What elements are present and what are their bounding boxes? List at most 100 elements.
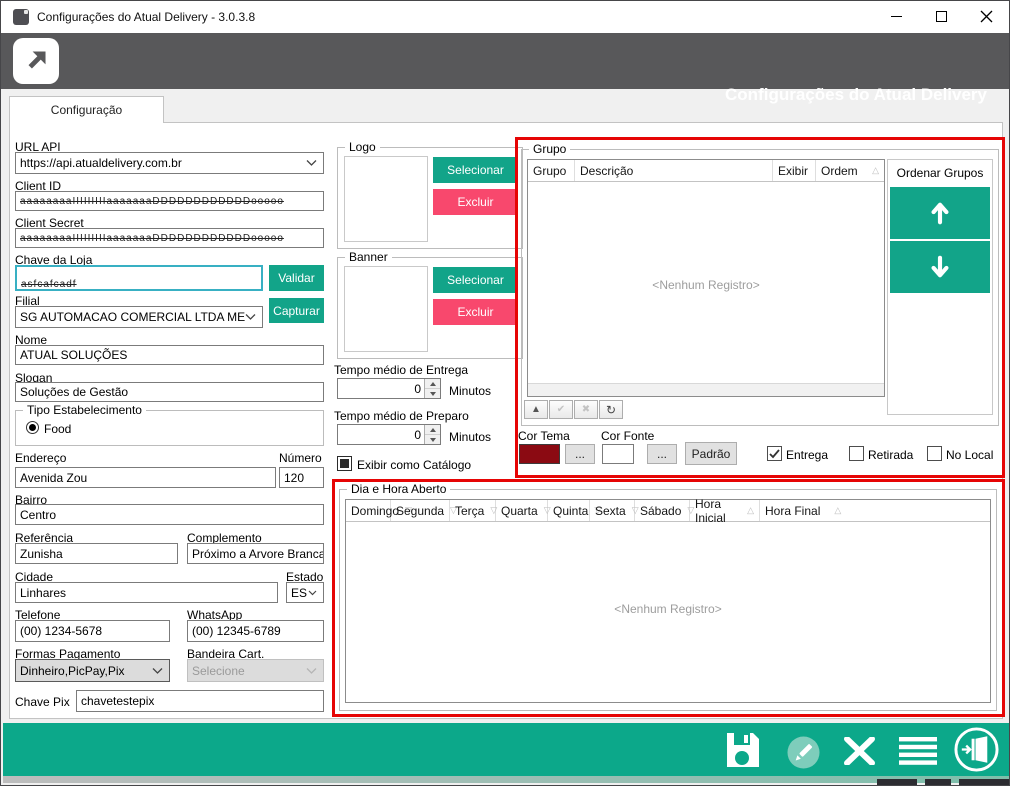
app-window: Configurações do Atual Delivery - 3.0.3.… bbox=[0, 0, 1010, 786]
endereco-label: Endereço bbox=[15, 451, 66, 465]
spin-down-icon bbox=[430, 392, 436, 396]
maximize-button[interactable] bbox=[918, 1, 964, 32]
column-header-grupo[interactable]: Grupo bbox=[528, 160, 575, 181]
estado-combo[interactable]: ES bbox=[286, 582, 324, 603]
column-header-descricao[interactable]: Descrição bbox=[575, 160, 773, 181]
column-header-sexta[interactable]: Sexta▽ bbox=[590, 500, 635, 521]
chevron-down-icon bbox=[306, 160, 317, 167]
column-header-segunda[interactable]: Segunda▽ bbox=[391, 500, 450, 521]
spin-down-icon bbox=[430, 438, 436, 442]
column-header-hora-final[interactable]: Hora Final△ bbox=[760, 500, 990, 521]
logo-selecionar-button[interactable]: Selecionar bbox=[433, 157, 518, 183]
slogan-field[interactable]: Soluções de Gestão bbox=[15, 382, 324, 402]
cidade-field[interactable]: Linhares bbox=[15, 582, 278, 603]
move-group-up-button[interactable] bbox=[890, 187, 990, 239]
retirada-label: Retirada bbox=[868, 448, 913, 462]
spin-up-icon bbox=[430, 382, 436, 386]
spin-up-icon bbox=[430, 428, 436, 432]
minimize-button[interactable] bbox=[873, 1, 919, 32]
tempo-preparo-stepper[interactable]: 0 bbox=[337, 424, 441, 445]
tempo-entrega-stepper[interactable]: 0 bbox=[337, 378, 441, 399]
endereco-field[interactable]: Avenida Zou bbox=[15, 467, 276, 488]
tab-configuracao[interactable]: Configuração bbox=[9, 96, 164, 123]
numero-label: Número bbox=[279, 451, 322, 465]
nome-field[interactable]: ATUAL SOLUÇÕES bbox=[15, 345, 324, 365]
bottom-gradient-strip bbox=[3, 776, 1009, 783]
tipo-estabelecimento-group: Tipo Estabelecimento Food bbox=[15, 410, 324, 446]
column-header-hora-inicial[interactable]: Hora Inicial△ bbox=[690, 500, 760, 521]
formas-pagamento-combo[interactable]: Dinheiro,PicPay,Pix bbox=[15, 659, 170, 682]
nav-cancel-button[interactable]: ✖ bbox=[574, 400, 598, 419]
food-radio[interactable] bbox=[26, 421, 39, 434]
retirada-checkbox[interactable] bbox=[849, 446, 864, 461]
exibir-catalogo-checkbox[interactable] bbox=[337, 456, 352, 471]
column-header-terca[interactable]: Terça▽ bbox=[450, 500, 496, 521]
nav-confirm-button[interactable]: ✔ bbox=[549, 400, 573, 419]
banner-excluir-button[interactable]: Excluir bbox=[433, 299, 518, 325]
client-secret-field[interactable]: aaaaaaaaIIIIIIIIIaaaaaaaDDDDDDDDDDDDoooo… bbox=[15, 228, 324, 248]
cor-tema-browse-button[interactable]: ... bbox=[565, 444, 595, 464]
cor-fonte-browse-button[interactable]: ... bbox=[647, 444, 677, 464]
ordenar-grupos-title: Ordenar Grupos bbox=[888, 160, 992, 186]
chave-loja-field[interactable]: asfcafcadf bbox=[15, 265, 263, 291]
url-api-combo[interactable]: https://api.atualdelivery.com.br bbox=[15, 152, 324, 174]
checkbox-fill-icon bbox=[340, 459, 349, 468]
list-button[interactable] bbox=[899, 737, 937, 770]
maximize-icon bbox=[936, 11, 947, 22]
grupo-grid-hscrollbar[interactable] bbox=[528, 383, 884, 396]
column-header-domingo[interactable]: Domingo▽ bbox=[346, 500, 391, 521]
spin-up-button[interactable] bbox=[425, 379, 440, 389]
chevron-down-icon bbox=[152, 667, 163, 674]
spin-down-button[interactable] bbox=[425, 389, 440, 398]
exit-button[interactable] bbox=[953, 726, 1000, 778]
app-icon bbox=[13, 9, 29, 25]
radio-dot-icon bbox=[29, 424, 36, 431]
cancel-button[interactable] bbox=[843, 737, 876, 770]
cor-tema-swatch[interactable] bbox=[519, 444, 560, 464]
chevron-down-icon bbox=[245, 314, 256, 321]
sort-asc-icon: △ bbox=[872, 165, 879, 176]
numero-field[interactable]: 120 bbox=[279, 467, 324, 488]
save-button[interactable] bbox=[723, 731, 761, 774]
logo-preview bbox=[344, 156, 428, 242]
sort-asc-icon: △ bbox=[747, 505, 754, 516]
whatsapp-field[interactable]: (00) 12345-6789 bbox=[187, 620, 324, 642]
close-button[interactable] bbox=[963, 1, 1009, 32]
column-header-ordem[interactable]: Ordem △ bbox=[816, 160, 884, 181]
capturar-button[interactable]: Capturar bbox=[269, 298, 324, 323]
dia-hora-grid-header: Domingo▽ Segunda▽ Terça▽ Quarta▽ Quinta▽… bbox=[346, 500, 990, 522]
banner-selecionar-button[interactable]: Selecionar bbox=[433, 267, 518, 293]
ordenar-grupos-panel: Ordenar Grupos bbox=[887, 159, 993, 415]
column-header-quarta[interactable]: Quarta▽ bbox=[496, 500, 548, 521]
column-header-sabado[interactable]: Sábado▽ bbox=[635, 500, 690, 521]
filial-combo[interactable]: SG AUTOMACAO COMERCIAL LTDA ME bbox=[15, 306, 263, 328]
checkmark-icon bbox=[769, 449, 780, 459]
edit-button[interactable] bbox=[787, 736, 820, 774]
column-header-exibir[interactable]: Exibir bbox=[773, 160, 816, 181]
validar-button[interactable]: Validar bbox=[269, 265, 324, 291]
chave-pix-field[interactable]: chavetestepix bbox=[76, 690, 324, 712]
entrega-checkbox[interactable] bbox=[767, 446, 782, 461]
referencia-field[interactable]: Zunisha bbox=[15, 543, 178, 564]
spin-up-button[interactable] bbox=[425, 425, 440, 435]
tempo-entrega-label: Tempo médio de Entrega bbox=[334, 363, 468, 377]
move-group-down-button[interactable] bbox=[890, 241, 990, 293]
no-local-label: No Local bbox=[946, 448, 993, 462]
spin-down-button[interactable] bbox=[425, 435, 440, 444]
padrao-button[interactable]: Padrão bbox=[685, 442, 737, 465]
client-id-field[interactable]: aaaaaaaaIIIIIIIIIaaaaaaaDDDDDDDDDDDDoooo… bbox=[15, 191, 324, 211]
cor-fonte-swatch[interactable] bbox=[602, 444, 634, 464]
nav-refresh-button[interactable]: ↻ bbox=[599, 400, 623, 419]
telefone-field[interactable]: (00) 1234-5678 bbox=[15, 620, 170, 642]
nav-move-up-button[interactable]: ▲ bbox=[524, 400, 548, 419]
no-local-checkbox[interactable] bbox=[927, 446, 942, 461]
bairro-field[interactable]: Centro bbox=[15, 504, 324, 525]
tempo-preparo-label: Tempo médio de Preparo bbox=[334, 409, 469, 423]
tempo-entrega-unit: Minutos bbox=[449, 384, 491, 398]
chevron-down-icon bbox=[306, 667, 317, 674]
column-header-quinta[interactable]: Quinta▽ bbox=[548, 500, 590, 521]
background-window-fragment bbox=[925, 779, 951, 786]
logo-excluir-button[interactable]: Excluir bbox=[433, 189, 518, 215]
background-window-fragment bbox=[959, 779, 1010, 786]
complemento-field[interactable]: Próximo a Arvore Branca bbox=[187, 543, 324, 564]
